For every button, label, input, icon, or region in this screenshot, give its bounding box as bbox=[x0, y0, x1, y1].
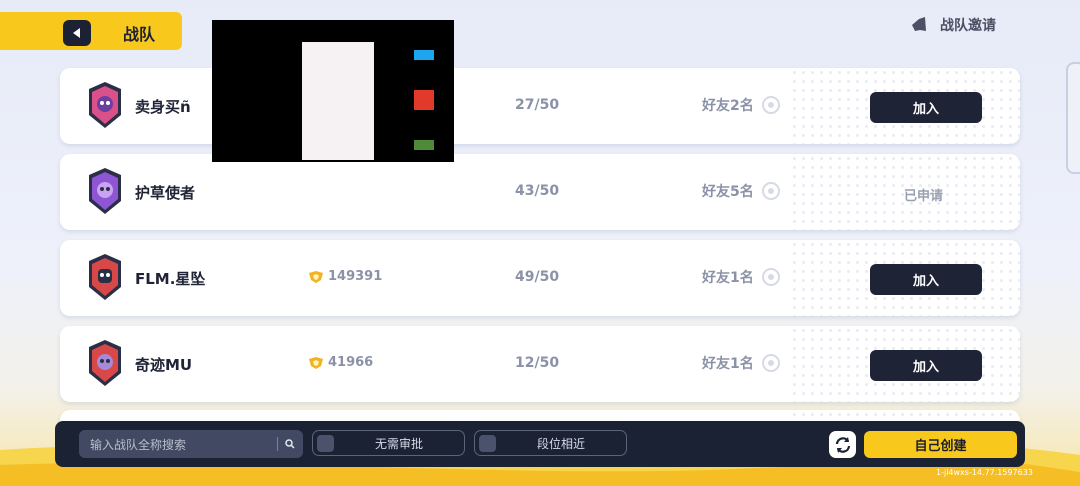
shield-trophy-icon bbox=[309, 356, 323, 369]
megaphone-icon bbox=[912, 17, 926, 31]
side-drawer-handle[interactable] bbox=[1066, 62, 1080, 174]
eye-icon[interactable] bbox=[761, 96, 780, 114]
friends-label: 好友2名 bbox=[702, 98, 754, 114]
member-count: 49/50 bbox=[515, 269, 560, 285]
member-count: 43/50 bbox=[515, 183, 560, 199]
friends-count: 好友1名 bbox=[702, 267, 780, 287]
team-row[interactable]: 奇迹MU 41966 12/50 好友1名 加入 bbox=[60, 326, 1020, 402]
invite-label: 战队邀请 bbox=[940, 18, 996, 34]
redacted-pixel bbox=[414, 90, 434, 110]
search-icon[interactable] bbox=[277, 439, 303, 449]
back-arrow-icon bbox=[73, 28, 80, 38]
friends-label: 好友1名 bbox=[702, 270, 754, 286]
redacted-pixelated-area bbox=[302, 42, 374, 160]
team-row[interactable]: 卖身买ñ 27/50 好友2名 加入 bbox=[60, 68, 1020, 144]
friends-count: 好友5名 bbox=[702, 181, 780, 201]
no-approval-label: 无需审批 bbox=[374, 436, 423, 451]
team-name: 护草使者 bbox=[135, 184, 196, 202]
search-input[interactable]: 输入战队全称搜索 bbox=[79, 430, 303, 458]
eye-icon[interactable] bbox=[761, 268, 780, 286]
build-watermark: 1-jl4wxs-14.77.1597633 bbox=[936, 468, 1033, 477]
checkbox-icon bbox=[317, 434, 334, 452]
team-name: FLM.星坠 bbox=[135, 270, 206, 288]
friends-label: 好友5名 bbox=[702, 184, 754, 200]
refresh-button[interactable] bbox=[829, 431, 856, 458]
join-button[interactable]: 加入 bbox=[870, 92, 982, 123]
team-emblem-icon bbox=[89, 340, 121, 386]
shield-trophy-icon bbox=[309, 270, 323, 283]
redacted-pixel bbox=[414, 140, 434, 150]
team-emblem-icon bbox=[89, 168, 121, 214]
member-count: 12/50 bbox=[515, 355, 560, 371]
redacted-overlay bbox=[212, 20, 454, 162]
team-emblem-icon bbox=[89, 254, 121, 300]
team-invite-button[interactable]: 战队邀请 bbox=[910, 15, 996, 35]
team-row[interactable]: FLM.星坠 149391 49/50 好友1名 加入 bbox=[60, 240, 1020, 316]
checkbox-icon bbox=[479, 434, 496, 452]
friends-label: 好友1名 bbox=[702, 356, 754, 372]
friends-count: 好友1名 bbox=[702, 353, 780, 373]
team-name: 奇迹MU bbox=[135, 356, 193, 374]
join-button[interactable]: 加入 bbox=[870, 350, 982, 381]
rank-near-filter[interactable]: 段位相近 bbox=[474, 430, 627, 456]
bottom-toolbar: 输入战队全称搜索 无需审批 段位相近 自己创建 bbox=[55, 421, 1025, 467]
refresh-icon bbox=[835, 436, 850, 453]
friends-count: 好友2名 bbox=[702, 95, 780, 115]
rank-near-label: 段位相近 bbox=[536, 436, 585, 451]
team-row[interactable]: 护草使者 43/50 好友5名 已申请 bbox=[60, 154, 1020, 230]
eye-icon[interactable] bbox=[761, 182, 780, 200]
score-value: 149391 bbox=[328, 269, 383, 284]
member-count: 27/50 bbox=[515, 97, 560, 113]
create-team-button[interactable]: 自己创建 bbox=[864, 431, 1017, 458]
redacted-pixel bbox=[414, 50, 434, 60]
page-title: 战队 bbox=[123, 25, 156, 44]
back-button[interactable] bbox=[63, 20, 91, 46]
search-placeholder: 输入战队全称搜索 bbox=[90, 437, 187, 452]
score-value: 41966 bbox=[328, 355, 374, 370]
no-approval-filter[interactable]: 无需审批 bbox=[312, 430, 465, 456]
team-emblem-icon bbox=[89, 82, 121, 128]
join-button[interactable]: 加入 bbox=[870, 264, 982, 295]
team-score: 41966 bbox=[308, 355, 373, 370]
applied-status: 已申请 bbox=[904, 189, 944, 204]
team-score: 149391 bbox=[308, 269, 382, 284]
eye-icon[interactable] bbox=[761, 354, 780, 372]
team-name: 卖身买ñ bbox=[135, 98, 191, 116]
